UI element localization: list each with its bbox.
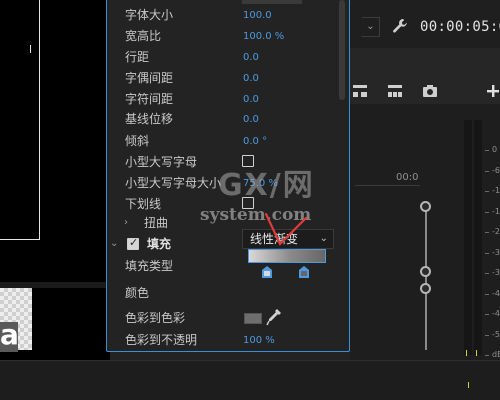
- zoom-scroll-knob[interactable]: [420, 283, 431, 294]
- meter-peak-right: [476, 350, 477, 356]
- thumbnail-letter: a: [0, 318, 19, 352]
- zoom-scroll-knob[interactable]: [420, 266, 431, 277]
- meter-scale-label: -24: [492, 227, 500, 236]
- frame-guide-tick: [30, 45, 31, 53]
- meter-scale-label: dB: [492, 350, 500, 359]
- meter-scale-label: -30: [492, 247, 500, 257]
- meter-scale-label: -18: [492, 206, 500, 216]
- baseline-shift-label: 基线位移: [125, 112, 174, 126]
- tsume-value[interactable]: 0.0 °: [243, 135, 267, 149]
- font-size-value[interactable]: 100.0: [243, 9, 272, 23]
- meter-scale-label: -12: [492, 186, 500, 195]
- color-to-opacity-label: 色彩到不透明: [125, 333, 198, 347]
- meter-scale-tick: [485, 150, 489, 151]
- meter-scale-tick: [485, 191, 489, 192]
- small-caps-label: 小型大写字母: [125, 155, 198, 169]
- meter-scale-tick: [485, 293, 489, 295]
- eyedropper-icon[interactable]: [266, 308, 282, 326]
- time-ruler-line: [355, 185, 420, 186]
- meter-scale-label: -54: [492, 329, 500, 339]
- kerning-label: 字偶间距: [125, 71, 174, 85]
- sequence-dropdown-chevron[interactable]: ⌄: [362, 17, 380, 37]
- meter-scale-tick: [485, 211, 489, 213]
- meter-peak-bottom: [468, 382, 469, 388]
- tsume-label: 倾斜: [125, 134, 150, 148]
- aspect-ratio-label: 宽高比: [125, 29, 162, 43]
- fill-type-label: 填充类型: [125, 259, 174, 273]
- font-size-slider-remnant[interactable]: [242, 0, 302, 4]
- extract-icon[interactable]: [387, 84, 403, 98]
- meter-scale-tick: [485, 334, 489, 336]
- meter-scale-tick: [485, 170, 489, 172]
- zoom-scroll-knob[interactable]: [420, 201, 431, 212]
- panel-scrollbar[interactable]: [339, 0, 345, 100]
- leading-label: 行距: [125, 50, 150, 64]
- meter-peak-left: [466, 350, 467, 356]
- underline-label: 下划线: [125, 197, 162, 211]
- audio-meter-right: [474, 120, 482, 355]
- fill-section-title: 填充: [147, 237, 172, 251]
- meter-scale-label: -36: [492, 268, 500, 277]
- distort-section-label[interactable]: 扭曲: [144, 216, 168, 230]
- annotation-arrow-icon: [264, 212, 308, 246]
- meter-scale-label: -6: [492, 165, 500, 175]
- font-size-label: 字体大小: [125, 8, 174, 22]
- meter-scale-tick: [485, 314, 489, 315]
- small-caps-size-label: 小型大写字母大小: [125, 176, 222, 190]
- watermark-logo: GX/网: [218, 168, 315, 203]
- meter-scale-label: 0: [492, 145, 498, 154]
- audio-meter-left: [464, 120, 472, 355]
- kerning-value[interactable]: 0.0: [243, 72, 259, 86]
- aspect-ratio-value[interactable]: 100.0 %: [243, 30, 284, 44]
- color-stop-swatch[interactable]: [244, 313, 262, 324]
- time-ruler-label: 00:0: [396, 172, 419, 183]
- tracking-value[interactable]: 0.0: [243, 93, 259, 107]
- zoom-scroll-track[interactable]: [425, 205, 427, 350]
- meter-scale-tick: [485, 232, 489, 233]
- meter-scale-tick: [485, 355, 489, 356]
- meter-scale-tick: [485, 273, 489, 274]
- baseline-shift-value[interactable]: 0.0: [243, 113, 259, 127]
- gradient-stop-end-icon[interactable]: [299, 266, 309, 278]
- color-label: 颜色: [125, 286, 150, 300]
- wrench-icon[interactable]: [392, 18, 408, 34]
- color-to-opacity-value[interactable]: 100 %: [243, 334, 275, 348]
- chevron-down-icon: ⌄: [319, 233, 328, 244]
- color-to-color-label: 色彩到色彩: [125, 311, 186, 325]
- gradient-stop-start-icon[interactable]: [262, 266, 272, 278]
- leading-value[interactable]: 0.0: [243, 51, 259, 65]
- add-button-icon[interactable]: [485, 84, 500, 98]
- tracking-label: 字符间距: [125, 92, 174, 106]
- safe-frame-guide: [0, 0, 40, 240]
- meter-scale-label: -48: [492, 309, 500, 318]
- meter-scale-tick: [485, 252, 489, 254]
- chevron-right-icon[interactable]: ›: [124, 217, 128, 228]
- camera-icon[interactable]: [422, 84, 438, 98]
- lift-icon[interactable]: [352, 84, 368, 98]
- fill-enable-checkbox[interactable]: [127, 236, 139, 250]
- playhead-timecode[interactable]: 00:00:05:00: [420, 19, 500, 35]
- chevron-down-icon[interactable]: ⌄: [110, 238, 118, 249]
- meter-scale-label: -42: [492, 288, 500, 298]
- bottom-bar: [0, 360, 500, 400]
- track-header-strip: [350, 48, 500, 80]
